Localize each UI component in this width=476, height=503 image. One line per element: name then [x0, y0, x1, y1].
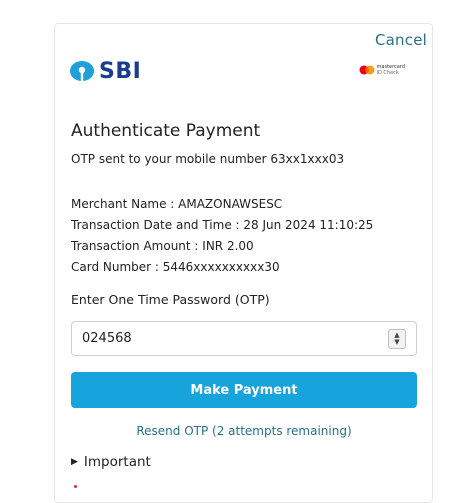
card-number: Card Number : 5446xxxxxxxxxx30 — [71, 260, 280, 274]
otp-input[interactable]: 024568 ▲ ▼ — [71, 321, 417, 356]
disclosure-triangle-icon: ▶ — [71, 457, 78, 467]
cancel-link[interactable]: Cancel — [375, 31, 427, 49]
sbi-logo-text: SBI — [99, 58, 142, 84]
transaction-amount: Transaction Amount : INR 2.00 — [71, 239, 254, 253]
transaction-details: Merchant Name : AMAZONAWSESC Transaction… — [71, 194, 373, 278]
merchant-name: Merchant Name : AMAZONAWSESC — [71, 197, 283, 211]
mastercard-icon — [359, 65, 375, 75]
page-title: Authenticate Payment — [71, 121, 261, 141]
important-disclosure[interactable]: ▶ Important — [71, 454, 151, 470]
mastercard-logo-line2: ID Check — [376, 70, 399, 76]
otp-sent-message: OTP sent to your mobile number 63xx1xxx0… — [71, 152, 345, 166]
important-label: Important — [83, 454, 151, 470]
transaction-date-time: Transaction Date and Time : 28 Jun 2024 … — [71, 218, 374, 232]
sbi-logo: SBI — [69, 58, 142, 84]
resend-otp-link[interactable]: Resend OTP (2 attempts remaining) — [71, 424, 417, 438]
sbi-logo-icon — [70, 61, 94, 81]
otp-label: Enter One Time Password (OTP) — [71, 292, 270, 307]
mastercard-logo-text: mastercard ID Check — [377, 64, 405, 76]
mastercard-id-check-logo: mastercard ID Check — [359, 64, 405, 76]
otp-input-value: 024568 — [82, 331, 132, 346]
stepper-down-icon[interactable]: ▼ — [394, 338, 399, 346]
number-stepper[interactable]: ▲ ▼ — [388, 328, 406, 349]
payment-auth-card: Cancel SBI mastercard ID Check Authentic… — [54, 23, 433, 503]
make-payment-button[interactable]: Make Payment — [71, 372, 417, 408]
